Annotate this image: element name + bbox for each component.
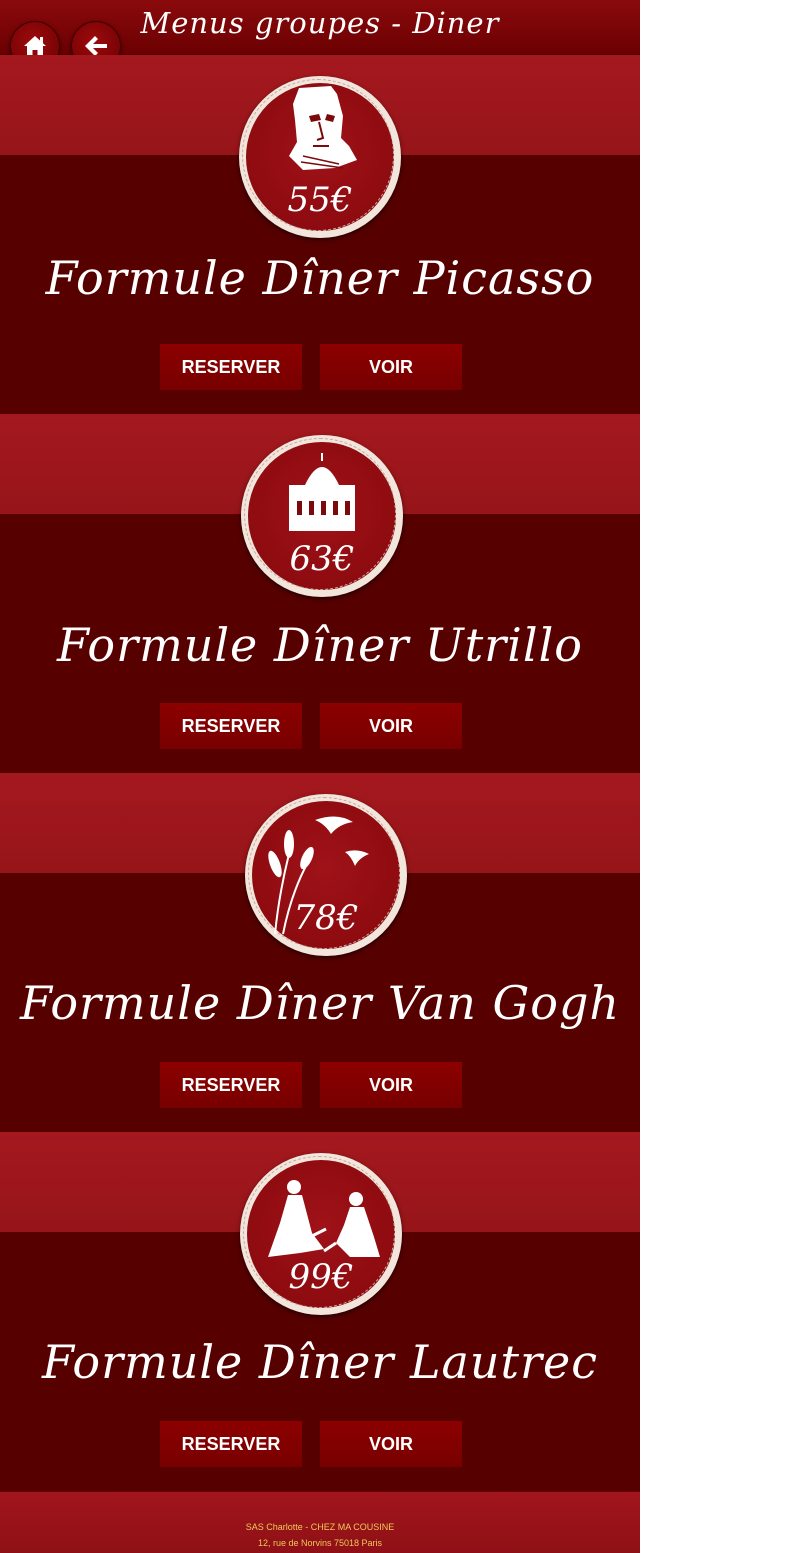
voir-button[interactable]: VOIR [320, 703, 462, 749]
menu-title: Formule Dîner Utrillo [56, 618, 583, 672]
reserver-button[interactable]: RESERVER [160, 1062, 302, 1108]
voir-button[interactable]: VOIR [320, 1421, 462, 1467]
voir-button[interactable]: VOIR [320, 344, 462, 390]
menu-card-utrillo: 63€ Formule Dîner Utrillo RESERVER VOIR [0, 414, 640, 773]
reserver-button[interactable]: RESERVER [160, 703, 302, 749]
footer-address: 12, rue de Norvins 75018 Paris [257, 1538, 383, 1548]
voir-button[interactable]: VOIR [320, 1062, 462, 1108]
menu-card-lautrec: 99€ Formule Dîner Lautrec RESERVER VOIR [0, 1132, 640, 1491]
menu-card-van-gogh: 78€ Formule Dîner Van Gogh RESERVER VOIR [0, 773, 640, 1132]
price-label: 63€ [289, 539, 355, 579]
menu-card-picasso: 55€ Formule Dîner Picasso RESERVER VOIR [0, 55, 640, 414]
reserver-button[interactable]: RESERVER [160, 344, 302, 390]
price-label: 55€ [287, 180, 353, 220]
footer-company: SAS Charlotte - CHEZ MA COUSINE [245, 1522, 395, 1532]
price-medallion: 55€ [239, 76, 401, 238]
reserver-button[interactable]: RESERVER [160, 1421, 302, 1467]
app-screen: Menus groupes - Diner 55€ Formule Dîner … [0, 0, 640, 1553]
menu-title: Formule Dîner Picasso [45, 251, 595, 305]
price-label: 78€ [293, 898, 359, 938]
menu-title: Formule Dîner Van Gogh [19, 976, 621, 1030]
price-medallion: 78€ [245, 794, 407, 956]
footer: SAS Charlotte - CHEZ MA COUSINE 12, rue … [0, 1491, 640, 1553]
price-label: 99€ [288, 1257, 354, 1297]
price-medallion: 63€ [241, 435, 403, 597]
menu-title: Formule Dîner Lautrec [42, 1335, 598, 1389]
price-medallion: 99€ [240, 1153, 402, 1315]
